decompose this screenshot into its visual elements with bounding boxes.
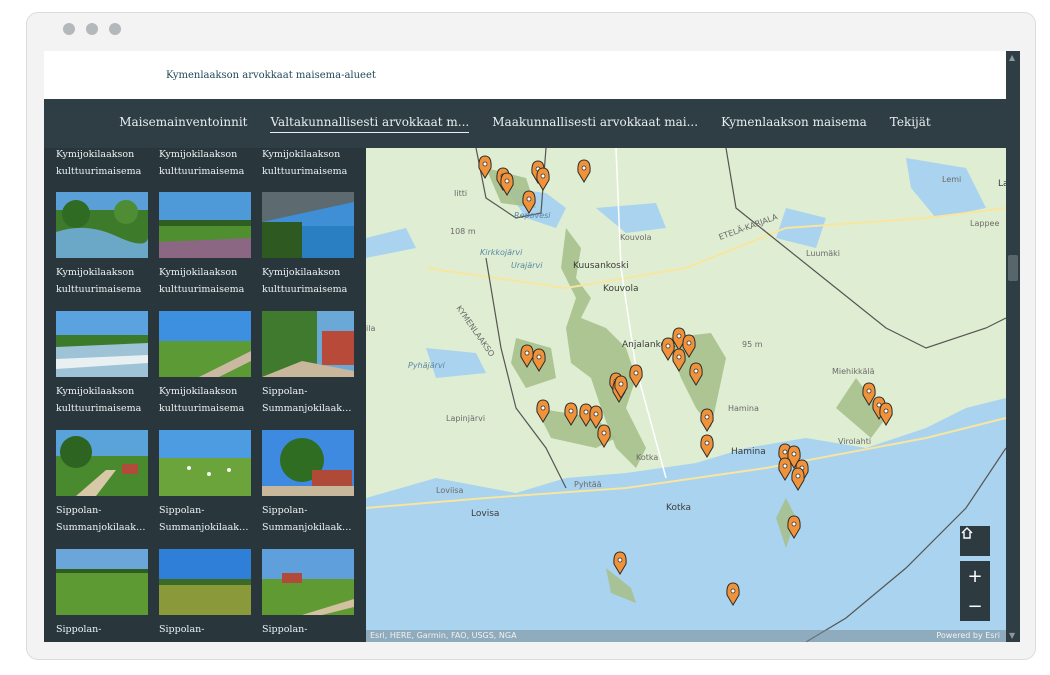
tab-tekijat[interactable]: Tekijät (890, 115, 931, 132)
story-map-app: Kymenlaakson arvokkaat maisema-alueet Ma… (44, 51, 1020, 642)
gallery-item-title: Sippolan-Summanjokilaaksoje... (262, 505, 354, 533)
location-marker-icon[interactable] (629, 364, 643, 388)
gallery-item-title: Sippolan-Summanjokilaaksoje... (262, 386, 354, 414)
location-marker-icon[interactable] (522, 190, 536, 214)
gallery-caption: Kymijokilaakson kulttuurimaisema (159, 149, 245, 177)
gallery-item[interactable]: Kymijokilaakson kulttuurimaisema (56, 192, 148, 298)
gallery-item[interactable]: Kymijokilaakson kulttuurimaisema (159, 311, 251, 417)
gallery-item[interactable]: Sippolan-Summanjokilaaksoje... (56, 430, 148, 536)
location-marker-icon[interactable] (536, 399, 550, 423)
home-button[interactable] (960, 526, 990, 556)
location-marker-icon[interactable] (597, 424, 611, 448)
location-marker-icon[interactable] (787, 515, 801, 539)
marker-layer (478, 155, 893, 606)
location-marker-icon[interactable] (672, 348, 686, 372)
location-marker-icon[interactable] (700, 408, 714, 432)
scroll-down-icon[interactable]: ▼ (1009, 631, 1015, 640)
landscape-thumbnail (159, 430, 251, 496)
landscape-thumbnail (262, 311, 354, 377)
location-marker-icon[interactable] (589, 405, 603, 429)
app-title: Kymenlaakson arvokkaat maisema-alueet (166, 70, 376, 81)
gallery-item[interactable]: Sippolan-Summanjokilaaksoje... (262, 430, 354, 536)
tab-kymenlaakson-maisema[interactable]: Kymenlaakson maisema (721, 115, 867, 132)
gallery-item[interactable]: Kymijokilaakson kulttuurimaisema (56, 311, 148, 417)
map-view[interactable]: Iitti Repovesi 108 m Kirkkojärvi Urajärv… (366, 148, 1006, 642)
landscape-thumbnail (56, 311, 148, 377)
scroll-thumb[interactable] (1008, 255, 1018, 281)
gallery-caption: Kymijokilaakson kulttuurimaisema (262, 149, 348, 177)
landscape-thumbnail (159, 311, 251, 377)
location-marker-icon[interactable] (478, 155, 492, 179)
landscape-thumbnail (262, 549, 354, 615)
nav-tabs: Maisemainventoinnit Valtakunnallisesti a… (44, 99, 1006, 148)
landscape-thumbnail (56, 430, 148, 496)
browser-frame: Kymenlaakson arvokkaat maisema-alueet Ma… (26, 12, 1036, 660)
location-marker-icon[interactable] (778, 457, 792, 481)
location-marker-icon[interactable] (536, 167, 550, 191)
window-controls (63, 23, 121, 35)
gallery-item-title: Sippolan-Summanjokilaaksoje... (159, 505, 251, 533)
location-marker-icon[interactable] (879, 402, 893, 426)
zoom-out-button[interactable]: − (960, 591, 990, 621)
location-marker-icon[interactable] (791, 467, 805, 491)
location-marker-icon[interactable] (577, 159, 591, 183)
home-icon (961, 527, 973, 539)
image-gallery: Kymijokilaakson kulttuurimaisema Kymijoki… (44, 148, 366, 642)
gallery-item-title: Kymijokilaakson kulttuurimaisema (159, 386, 245, 414)
gallery-item-title: Kymijokilaakson kulttuurimaisema (159, 267, 245, 295)
location-marker-icon[interactable] (500, 172, 514, 196)
location-marker-icon[interactable] (700, 434, 714, 458)
gallery-item-title: Sippolan- (56, 624, 102, 635)
gallery-item-title: Sippolan- (159, 624, 205, 635)
gallery-item[interactable]: Sippolan- (56, 549, 148, 638)
gallery-item-title: Kymijokilaakson kulttuurimaisema (262, 267, 348, 295)
landscape-thumbnail (262, 192, 354, 258)
tab-maakunnallisesti[interactable]: Maakunnallisesti arvokkaat mai... (492, 115, 698, 132)
gallery-caption: Kymijokilaakson kulttuurimaisema (56, 149, 142, 177)
gallery-item[interactable]: Sippolan- (159, 549, 251, 638)
gallery-item[interactable]: Sippolan- (262, 549, 354, 638)
header-bar: Kymenlaakson arvokkaat maisema-alueet (44, 51, 1006, 99)
page-scrollbar[interactable]: ▲ ▼ (1006, 51, 1020, 642)
scroll-up-icon[interactable]: ▲ (1009, 53, 1015, 62)
gallery-item[interactable]: Kymijokilaakson kulttuurimaisema (159, 192, 251, 298)
location-marker-icon[interactable] (564, 402, 578, 426)
landscape-thumbnail (56, 192, 148, 258)
landscape-thumbnail (56, 549, 148, 615)
location-marker-icon[interactable] (661, 337, 675, 361)
tab-inventoinnit[interactable]: Maisemainventoinnit (119, 115, 247, 132)
gallery-item-title: Sippolan- (262, 624, 308, 635)
gallery-item[interactable]: Sippolan-Summanjokilaaksoje... (159, 430, 251, 536)
tab-valtakunnallisesti[interactable]: Valtakunnallisesti arvokkaat m... (270, 115, 470, 133)
location-marker-icon[interactable] (520, 344, 534, 368)
map-attribution: Esri, HERE, Garmin, FAO, USGS, NGA Power… (366, 630, 1006, 642)
landscape-thumbnail (159, 192, 251, 258)
landscape-thumbnail (159, 549, 251, 615)
powered-by-text: Powered by Esri (936, 631, 1000, 640)
location-marker-icon[interactable] (689, 362, 703, 386)
zoom-in-button[interactable]: + (960, 561, 990, 591)
gallery-item-title: Sippolan-Summanjokilaaksoje... (56, 505, 148, 533)
landscape-thumbnail (262, 430, 354, 496)
gallery-item-title: Kymijokilaakson kulttuurimaisema (56, 386, 142, 414)
location-marker-icon[interactable] (726, 582, 740, 606)
location-marker-icon[interactable] (532, 348, 546, 372)
window-dot-2[interactable] (86, 23, 98, 35)
attribution-text: Esri, HERE, Garmin, FAO, USGS, NGA (370, 631, 517, 640)
gallery-item[interactable]: Kymijokilaakson kulttuurimaisema (262, 192, 354, 298)
window-dot-1[interactable] (63, 23, 75, 35)
location-marker-icon[interactable] (613, 551, 627, 575)
gallery-item[interactable]: Sippolan-Summanjokilaaksoje... (262, 311, 354, 417)
gallery-item-title: Kymijokilaakson kulttuurimaisema (56, 267, 142, 295)
window-dot-3[interactable] (109, 23, 121, 35)
